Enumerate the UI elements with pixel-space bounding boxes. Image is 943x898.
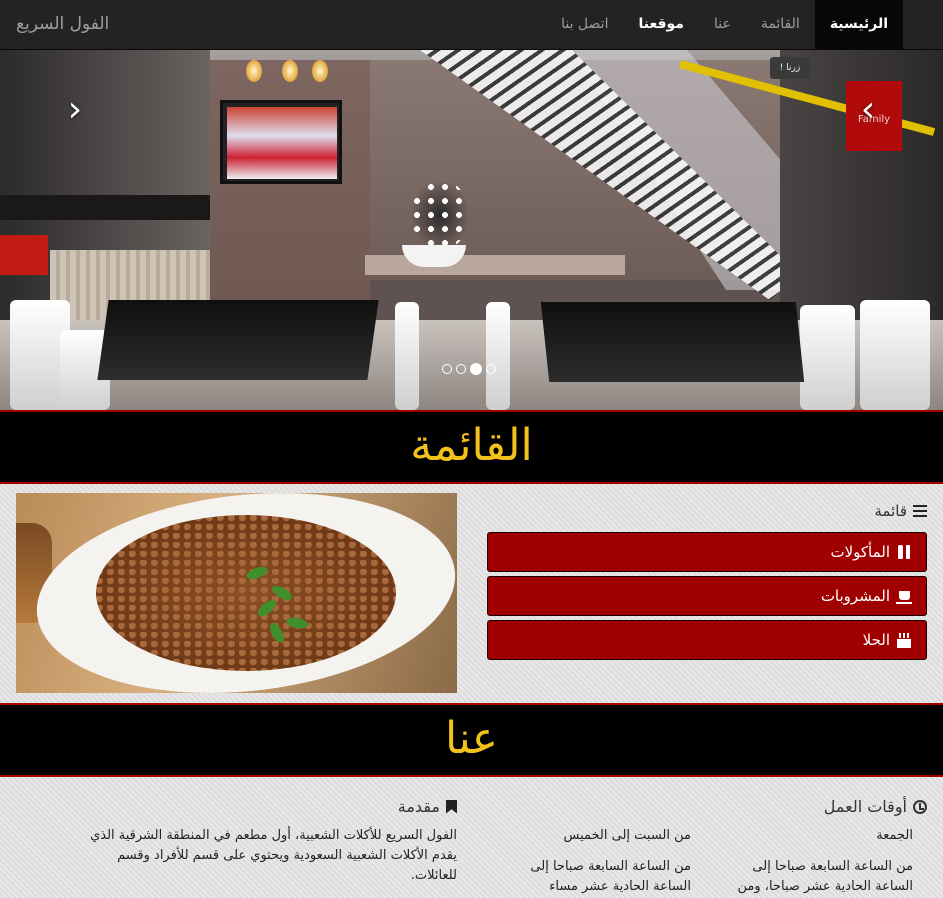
nav-links: الرئيسية القائمة عنا موقعنا اتصل بنا [546,0,903,50]
slide-chair [800,305,855,410]
slide-lamp [246,60,262,82]
image-carousel: Family زرنا ! ‹ › [0,50,943,410]
carousel-next-button[interactable]: › [853,92,883,128]
coffee-icon [896,588,912,604]
weekdays-hours-line1: من الساعة السابعة صباحا إلى [530,859,691,874]
intro-title-text: مقدمة [397,797,440,816]
carousel-indicator[interactable] [486,364,496,374]
clock-icon [913,799,927,814]
menu-item-label: المأكولات [830,543,890,561]
slide-red-seat [0,235,48,275]
nav-link-about[interactable]: عنا [699,0,746,50]
intro-line1: الفول السريع للأكلات الشعبية، أول مطعم ف… [90,828,457,843]
slide-badge: زرنا ! [770,57,810,79]
bars-icon [913,505,927,517]
brand-logo-text[interactable]: الفول السريع [16,0,109,50]
menu-list-title-text: قائمة [874,502,907,520]
menu-section: قائمة المأكولات المشروبات الحلا [0,484,943,704]
slide-lamp [282,60,298,82]
nav-link-home[interactable]: الرئيسية [814,0,903,50]
friday-hours-line1: من الساعة السابعة صباحا إلى [752,859,913,874]
cake-icon [896,632,912,648]
working-hours-title-text: أوقات العمل [823,797,907,816]
menu-item-food-button[interactable]: المأكولات [487,532,927,572]
cutlery-icon [896,544,912,560]
nav-link-location[interactable]: موقعنا [623,0,699,50]
slide-bonsai-tree [410,180,470,250]
menu-item-drinks-button[interactable]: المشروبات [487,576,927,616]
carousel-prev-button[interactable]: ‹ [60,92,90,128]
slide-chair [395,302,419,410]
menu-item-desserts-button[interactable]: الحلا [487,620,927,660]
chevron-right-icon: › [860,89,876,130]
slide-dark-band [0,195,210,220]
slide-table [540,302,805,382]
bookmark-icon [446,799,457,814]
carousel-indicator-active[interactable] [470,363,482,375]
slide-table [97,300,379,380]
menu-list-title: قائمة [874,502,927,520]
chevron-left-icon: ‹ [67,89,83,130]
ful-dish-image [16,493,457,693]
menu-item-label: الحلا [862,631,890,649]
slide-chair [486,302,510,410]
friday-label: الجمعة [876,828,913,843]
slide-chair [860,300,930,410]
slide-mid-wall [210,60,370,320]
intro-line2: يقدم الأكلات الشعبية السعودية ويحتوي على… [117,848,457,863]
slide-shelf [365,255,625,275]
slide-lamp [312,60,328,82]
carousel-indicator[interactable] [442,364,452,374]
nav-link-contact[interactable]: اتصل بنا [546,0,623,50]
working-hours-title: أوقات العمل [824,797,927,816]
carousel-indicators [442,362,502,376]
menu-section-header: القائمة [0,410,943,484]
menu-item-label: المشروبات [820,587,890,605]
intro-line3: للعائلات. [410,868,457,883]
about-section-header: عنا [0,703,943,777]
friday-hours-line2: الساعة الحادية عشر صباحا، ومن [737,879,913,894]
nav-link-menu[interactable]: القائمة [746,0,815,50]
slide-tv-screen [227,107,337,179]
intro-title: مقدمة [398,797,457,816]
about-section: أوقات العمل الجمعة من الساعة السابعة صبا… [0,777,943,898]
weekdays-label: من السبت إلى الخميس [563,828,692,843]
top-navbar: الفول السريع الرئيسية القائمة عنا موقعنا… [0,0,943,50]
carousel-indicator[interactable] [456,364,466,374]
beans [96,515,396,671]
weekdays-hours-line2: الساعة الحادية عشر مساء [549,879,691,894]
slide-tv [220,100,342,184]
